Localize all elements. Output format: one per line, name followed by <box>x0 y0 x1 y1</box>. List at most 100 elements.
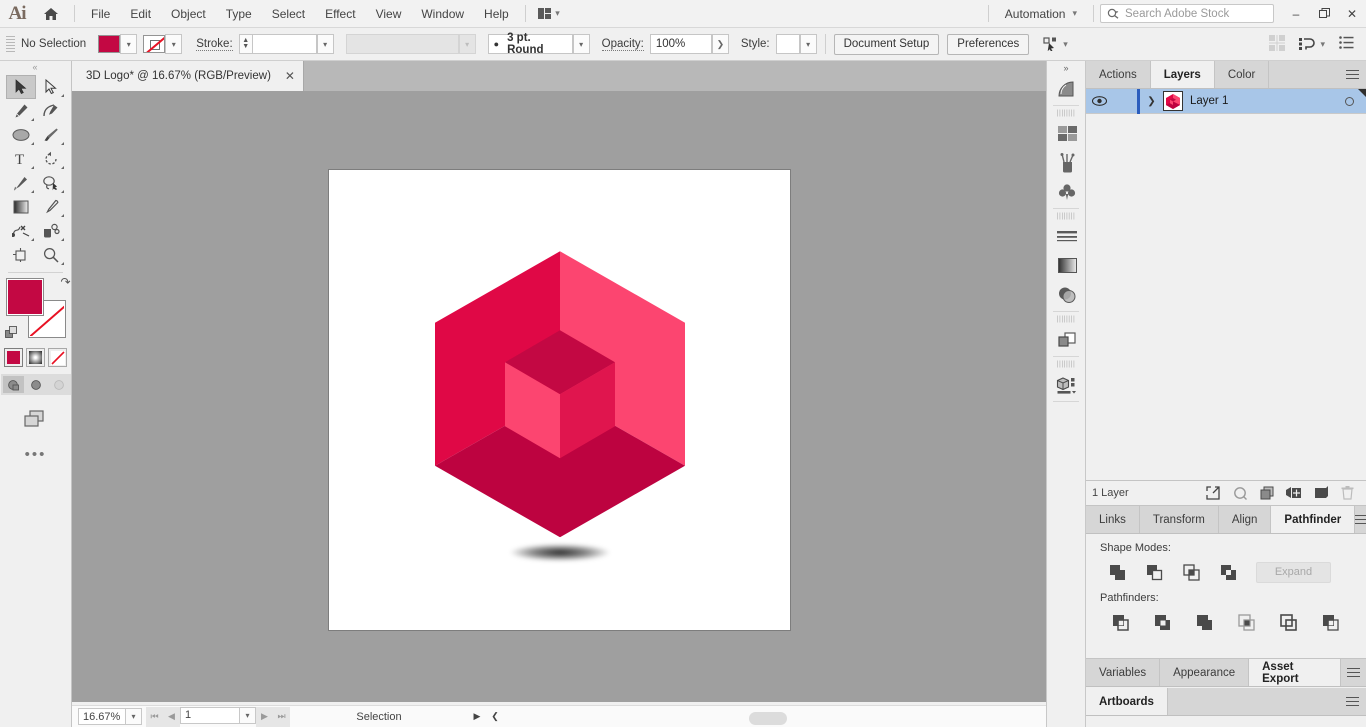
menu-edit[interactable]: Edit <box>120 2 161 26</box>
expand-button[interactable]: Expand <box>1256 561 1331 583</box>
tab-pathfinder[interactable]: Pathfinder <box>1271 506 1356 533</box>
gradient-tool[interactable] <box>6 195 36 219</box>
panel-menu-icon[interactable] <box>1338 688 1366 715</box>
first-artboard-icon[interactable]: ⏮ <box>146 706 163 727</box>
rail-gripper-4[interactable]: |||||||| <box>1047 359 1085 370</box>
stroke-color-dropdown[interactable]: ▾ <box>165 34 183 54</box>
status-menu-arrow-icon[interactable]: ▶ <box>468 711 486 722</box>
next-artboard-icon[interactable]: ▶ <box>256 706 273 727</box>
graphic-style-dropdown[interactable]: ▾ <box>799 34 817 54</box>
draw-behind-button[interactable] <box>26 376 47 393</box>
change-screen-mode-button[interactable] <box>0 409 71 429</box>
lasso-tool[interactable] <box>36 171 66 195</box>
control-bar-gripper[interactable] <box>6 35 15 54</box>
ellipse-tool[interactable] <box>6 123 36 147</box>
edit-toolbar-button[interactable]: ••• <box>0 447 71 462</box>
tab-transform[interactable]: Transform <box>1139 506 1219 533</box>
artboard-number-dropdown[interactable]: ▾ <box>240 706 256 724</box>
search-adobe-stock-input[interactable]: Search Adobe Stock <box>1100 4 1274 23</box>
menu-object[interactable]: Object <box>161 2 216 26</box>
create-new-layer-alt-icon[interactable] <box>1308 482 1333 504</box>
crop-icon[interactable] <box>1226 611 1268 633</box>
close-icon[interactable]: ✕ <box>285 69 295 83</box>
document-tab[interactable]: 3D Logo* @ 16.67% (RGB/Preview) ✕ <box>72 61 304 91</box>
draw-inside-button[interactable] <box>49 376 70 393</box>
divide-icon[interactable] <box>1100 611 1142 633</box>
brushes-panel-icon[interactable] <box>1047 148 1087 177</box>
create-new-layer-icon[interactable] <box>1281 482 1306 504</box>
menu-view[interactable]: View <box>366 2 412 26</box>
tab-layers[interactable]: Layers <box>1150 61 1215 88</box>
panel-menu-icon[interactable] <box>1355 506 1366 533</box>
tab-align[interactable]: Align <box>1218 506 1272 533</box>
home-icon[interactable] <box>34 0 68 28</box>
default-fill-stroke-icon[interactable] <box>4 326 19 343</box>
fill-color-big-swatch[interactable] <box>5 278 44 316</box>
opacity-options-button[interactable]: ❯ <box>711 34 729 54</box>
pen-tool[interactable] <box>6 99 36 123</box>
zoom-control[interactable]: 16.67% ▾ <box>78 708 142 725</box>
delete-selection-icon[interactable] <box>1335 482 1360 504</box>
distribute-icon[interactable]: ▾ <box>1299 37 1325 51</box>
unite-icon[interactable] <box>1100 561 1137 583</box>
minus-back-icon[interactable] <box>1310 611 1352 633</box>
maximize-button[interactable] <box>1310 3 1338 25</box>
tab-actions[interactable]: Actions <box>1086 61 1151 88</box>
type-tool[interactable]: T <box>6 147 36 171</box>
exclude-icon[interactable] <box>1211 561 1248 583</box>
tab-asset-export[interactable]: Asset Export <box>1249 659 1341 686</box>
layer-name[interactable]: Layer 1 <box>1190 95 1228 107</box>
rail-gripper-3[interactable]: |||||||| <box>1047 314 1085 325</box>
panel-menu-icon[interactable] <box>1341 659 1366 686</box>
3d-hexagon-cube-logo[interactable] <box>434 251 685 538</box>
gradient-panel-icon[interactable] <box>1047 251 1087 280</box>
asset-export-panel-icon[interactable] <box>1047 370 1087 399</box>
eye-icon[interactable] <box>1086 96 1113 106</box>
zoom-level-dropdown[interactable]: ▾ <box>126 708 142 725</box>
intersect-icon[interactable] <box>1174 561 1211 583</box>
zoom-tool[interactable] <box>36 243 66 267</box>
layer-row[interactable]: ❯ Layer 1 <box>1086 88 1366 114</box>
status-collapse-icon[interactable]: ❮ <box>486 711 504 722</box>
locate-object-icon[interactable] <box>1200 482 1225 504</box>
automation-menu[interactable]: Automation ▾ <box>995 7 1087 21</box>
opacity-input[interactable]: 100% <box>649 34 712 54</box>
shaper-tool[interactable] <box>6 171 36 195</box>
swap-fill-stroke-icon[interactable]: ↷ <box>60 275 70 289</box>
menu-window[interactable]: Window <box>411 2 474 26</box>
stroke-panel-icon[interactable] <box>1047 222 1087 251</box>
canvas-area[interactable] <box>72 91 1084 702</box>
make-clipping-mask-icon[interactable] <box>1227 482 1252 504</box>
direct-selection-tool[interactable] <box>36 75 66 99</box>
horizontal-scroll-thumb[interactable] <box>749 712 787 725</box>
symbol-sprayer-tool[interactable] <box>36 219 66 243</box>
canvas-horizontal-scrollbar[interactable] <box>504 705 1084 727</box>
close-button[interactable]: ✕ <box>1338 3 1366 25</box>
menu-file[interactable]: File <box>81 2 120 26</box>
stroke-weight-input[interactable] <box>251 34 317 54</box>
draw-normal-button[interactable] <box>2 376 24 393</box>
artboard-number-input[interactable]: 1 <box>180 706 240 724</box>
tab-color[interactable]: Color <box>1214 61 1270 88</box>
align-icon[interactable] <box>1269 34 1286 54</box>
stroke-weight-stepper[interactable]: ▲ ▼ <box>238 34 252 54</box>
menu-select[interactable]: Select <box>262 2 315 26</box>
menu-help[interactable]: Help <box>474 2 519 26</box>
paintbrush-tool[interactable] <box>36 123 66 147</box>
color-swatch-mode-button[interactable] <box>4 348 23 367</box>
rotate-tool[interactable] <box>36 147 66 171</box>
tab-variables[interactable]: Variables <box>1086 659 1161 686</box>
collapse-panels-icon[interactable]: » <box>1047 61 1085 74</box>
layer-target-indicator[interactable] <box>1332 96 1366 106</box>
swatches-panel-icon[interactable] <box>1047 119 1087 148</box>
stroke-color-swatch[interactable] <box>143 35 166 53</box>
tab-links[interactable]: Links <box>1086 506 1140 533</box>
merge-icon[interactable] <box>1184 611 1226 633</box>
trim-icon[interactable] <box>1142 611 1184 633</box>
arrange-documents-icon[interactable]: ▾ <box>532 4 566 24</box>
panel-menu-icon[interactable] <box>1338 61 1366 88</box>
zoom-level-input[interactable]: 16.67% <box>78 708 126 725</box>
rail-gripper-2[interactable]: |||||||| <box>1047 211 1085 222</box>
select-similar-objects-icon[interactable]: ▾ <box>1043 37 1068 51</box>
tab-appearance[interactable]: Appearance <box>1160 659 1250 686</box>
